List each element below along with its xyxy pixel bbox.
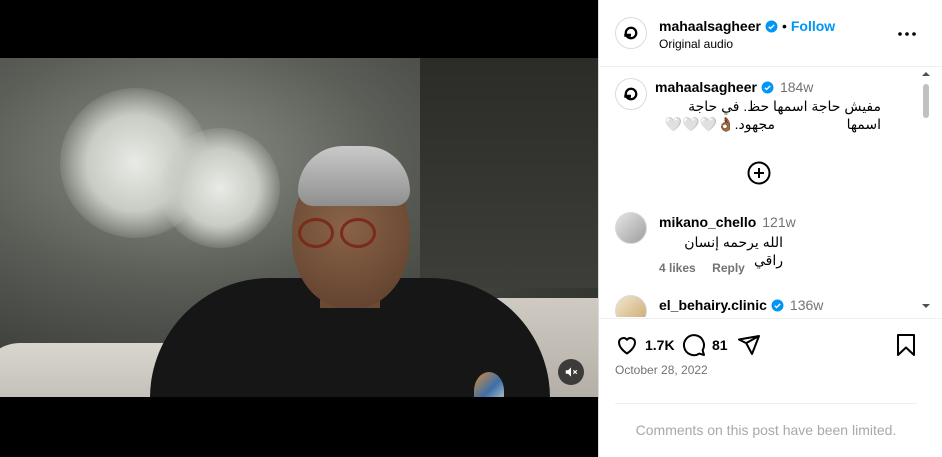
- caption-line-2: مجهود.👌🏾🤍🤍🤍: [664, 116, 775, 132]
- scroll-down-arrow-icon: [922, 304, 930, 308]
- avatar[interactable]: [615, 212, 647, 244]
- background-shade: [420, 58, 598, 288]
- scroll-up-arrow-icon: [922, 72, 930, 76]
- save-button[interactable]: [895, 333, 917, 357]
- comment-username[interactable]: el_behairy.clinic: [659, 297, 767, 313]
- share-button[interactable]: [737, 333, 761, 357]
- muted-audio-icon: [565, 367, 578, 377]
- separator-dot: •: [781, 18, 787, 34]
- post-username[interactable]: mahaalsagheer: [659, 18, 761, 34]
- profile-logo-icon: [624, 26, 638, 40]
- post-date[interactable]: October 28, 2022: [615, 363, 708, 377]
- header-user-line: mahaalsagheer • Follow: [659, 18, 835, 36]
- avatar[interactable]: [615, 78, 647, 110]
- verified-badge-icon: [761, 81, 774, 94]
- glasses-lens: [340, 218, 376, 248]
- person-hair: [298, 146, 410, 206]
- reply-button[interactable]: Reply: [712, 261, 745, 275]
- post-media[interactable]: [0, 0, 598, 457]
- bookmark-icon: [897, 334, 915, 356]
- caption-header: mahaalsagheer 184w: [655, 79, 813, 97]
- glasses-lens: [298, 218, 334, 248]
- audio-label[interactable]: Original audio: [659, 37, 733, 51]
- post-actions: 1.7K 81 October 28, 2022 Comments on thi…: [599, 318, 942, 456]
- caption-username[interactable]: mahaalsagheer: [655, 79, 757, 95]
- add-comment-icon: [747, 161, 771, 185]
- comment-likes[interactable]: 4 likes: [659, 261, 696, 275]
- comment-username[interactable]: mikano_chello: [659, 214, 756, 230]
- caption-time[interactable]: 184w: [780, 79, 813, 95]
- comments-limited-notice: Comments on this post have been limited.: [615, 403, 917, 455]
- comment-time[interactable]: 136w: [790, 297, 823, 313]
- verified-badge-icon: [765, 20, 778, 33]
- comment-header: mikano_chello 121w: [659, 214, 796, 232]
- video-player[interactable]: [0, 58, 598, 397]
- comment-meta: 4 likes Reply: [659, 259, 745, 277]
- comment-icon: [683, 334, 705, 357]
- likes-count[interactable]: 1.7K: [645, 337, 675, 353]
- post-header: mahaalsagheer • Follow Original audio: [599, 0, 942, 67]
- more-options-button[interactable]: [895, 24, 919, 44]
- avatar[interactable]: [615, 295, 647, 317]
- mute-toggle-button[interactable]: [558, 359, 584, 385]
- more-options-icon: [898, 32, 916, 36]
- scrollbar-thumb[interactable]: [923, 84, 929, 118]
- follow-button[interactable]: Follow: [791, 18, 835, 34]
- post-side-panel: mahaalsagheer • Follow Original audio maha…: [598, 0, 942, 457]
- share-icon: [738, 335, 760, 355]
- heart-icon: [618, 337, 636, 355]
- comment-button[interactable]: 81: [682, 333, 728, 357]
- comment-time[interactable]: 121w: [762, 214, 795, 230]
- profile-logo-icon: [624, 87, 638, 101]
- comments-count[interactable]: 81: [712, 337, 728, 353]
- verified-badge-icon: [771, 299, 784, 312]
- load-more-comments-button[interactable]: [747, 161, 771, 185]
- comment-header: el_behairy.clinic 136w: [659, 297, 823, 315]
- like-button[interactable]: 1.7K: [615, 333, 675, 357]
- avatar[interactable]: [615, 17, 647, 49]
- comments-list[interactable]: mahaalsagheer 184w مفيش حاجة اسمها حظ. في…: [599, 67, 942, 317]
- background-flowers: [160, 128, 280, 248]
